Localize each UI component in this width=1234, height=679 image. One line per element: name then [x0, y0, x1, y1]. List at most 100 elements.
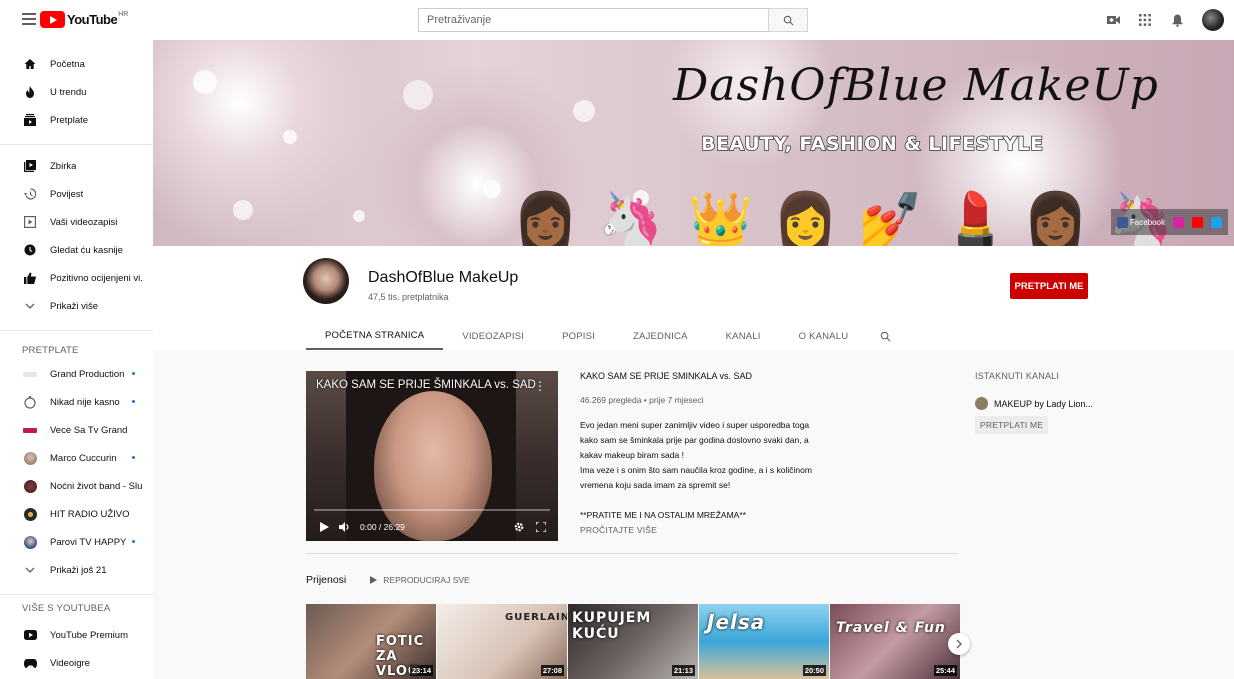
featured-channel-name: MAKEUP by Lady Lion... [994, 398, 1093, 409]
uploads-title[interactable]: Prijenosi [306, 574, 346, 586]
featured-video-player[interactable]: KAKO SAM SE PRIJE ŠMINKALA vs. SAD ⋮ 0:0… [306, 371, 558, 541]
progress-bar[interactable] [314, 509, 550, 511]
subscription-item[interactable]: Grand Production [0, 360, 153, 388]
sidebar-item-label: Početna [50, 58, 85, 70]
sidebar-item-history[interactable]: Povijest [0, 180, 153, 208]
instagram-icon[interactable] [1173, 216, 1184, 228]
channel-avatar [23, 451, 37, 465]
tab-channels[interactable]: KANALI [707, 322, 780, 350]
uploads-row: FOTIC ZA VLOG 23:14 GUERLAIN 27:08 KUPUJ… [306, 604, 960, 679]
subscription-item[interactable]: Vece Sa Tv Grand [0, 416, 153, 444]
sidebar-item-library[interactable]: Zbirka [0, 152, 153, 180]
sidebar-item-label: Gledat ću kasnije [50, 244, 123, 256]
sparkle [483, 180, 501, 198]
channel-search-button[interactable] [871, 322, 899, 350]
subscribe-button[interactable]: PRETPLATI ME [1010, 273, 1088, 299]
channel-avatar[interactable] [303, 258, 349, 304]
subscription-label: Nikad nije kasno [50, 396, 120, 408]
play-icon[interactable] [320, 522, 329, 532]
featured-channel-item[interactable]: MAKEUP by Lady Lion... [975, 397, 1175, 410]
sidebar-show-more-subscriptions[interactable]: Prikaži još 21 [0, 556, 153, 584]
video-thumbnail[interactable]: Jelsa 20:50 [699, 604, 829, 679]
woman-emoji-icon: 👩 [773, 190, 838, 246]
sidebar-item-youtube-premium[interactable]: YouTube Premium [0, 621, 153, 649]
uploads-shelf-header: Prijenosi REPRODUCIRAJ SVE [306, 574, 470, 586]
twitter-icon[interactable] [1211, 216, 1222, 228]
sidebar-show-more[interactable]: Prikaži više [0, 292, 153, 320]
video-camera-icon[interactable] [1106, 13, 1120, 27]
fullscreen-icon[interactable] [536, 522, 546, 532]
subscription-item[interactable]: Nikad nije kasno [0, 388, 153, 416]
play-all-label: REPRODUCIRAJ SVE [383, 575, 470, 585]
facebook-label: Facebook [1129, 217, 1165, 227]
sidebar-item-home[interactable]: Početna [0, 50, 153, 78]
youtube-logo[interactable]: YouTube HR [40, 11, 128, 28]
thumbnail-overlay-text: Jelsa [707, 610, 766, 634]
subscription-item[interactable]: Noćni život band - Slu... [0, 472, 153, 500]
subscription-item[interactable]: Parovi TV HAPPY [0, 528, 153, 556]
sidebar-item-liked-videos[interactable]: Pozitivno ocijenjeni vi... [0, 264, 153, 292]
gaming-icon [23, 656, 37, 670]
sidebar-item-your-videos[interactable]: Vaši videozapisi [0, 208, 153, 236]
featured-video-info: KAKO SAM SE PRIJE SMINKALA vs. SAD 46.26… [580, 371, 820, 535]
search-input[interactable] [418, 8, 768, 32]
sidebar-item-gaming[interactable]: Videoigre [0, 649, 153, 677]
bell-icon[interactable] [1170, 13, 1184, 27]
more-options-icon[interactable]: ⋮ [534, 379, 546, 393]
sidebar-item-label: Zbirka [50, 160, 77, 172]
nail-polish-emoji-icon: 💅 [858, 190, 923, 246]
carousel-next-button[interactable] [948, 633, 970, 655]
featured-video-title[interactable]: KAKO SAM SE PRIJE SMINKALA vs. SAD [580, 371, 820, 381]
sparkle [573, 100, 595, 122]
lipstick-emoji-icon: 💄 [943, 190, 1008, 246]
read-more-link[interactable]: PROČITAJTE VIŠE [580, 525, 820, 535]
tab-videos[interactable]: VIDEOZAPISI [443, 322, 543, 350]
top-bar: YouTube HR [0, 0, 1234, 40]
account-avatar[interactable] [1202, 9, 1224, 31]
search-icon [880, 331, 891, 341]
youtube-icon[interactable] [1192, 216, 1203, 228]
history-icon [23, 187, 37, 201]
flame-icon [23, 85, 37, 99]
tab-playlists[interactable]: POPISI [543, 322, 614, 350]
subscription-item[interactable]: HIT RADIO UŽIVO [0, 500, 153, 528]
play-all-button[interactable]: REPRODUCIRAJ SVE [370, 575, 470, 585]
sidebar-item-watch-later[interactable]: Gledat ću kasnije [0, 236, 153, 264]
more-from-youtube-heading: VIŠE S YOUTUBEA [22, 603, 111, 614]
settings-gear-icon[interactable] [514, 522, 524, 532]
volume-icon[interactable] [339, 522, 350, 532]
player-title[interactable]: KAKO SAM SE PRIJE ŠMINKALA vs. SAD [316, 379, 536, 391]
subscriptions-heading: PRETPLATE [22, 345, 79, 356]
divider [0, 144, 153, 145]
tab-about[interactable]: O KANALU [780, 322, 868, 350]
chevron-down-icon [23, 563, 37, 577]
chevron-down-icon [23, 299, 37, 313]
home-icon [23, 57, 37, 71]
sidebar-item-label: Pozitivno ocijenjeni vi... [50, 272, 142, 284]
channel-avatar [23, 479, 37, 493]
tab-community[interactable]: ZAJEDNICA [614, 322, 707, 350]
video-thumbnail[interactable]: Travel & Fun 25:44 [830, 604, 960, 679]
apps-grid-icon[interactable] [1138, 13, 1152, 27]
divider [0, 594, 153, 595]
channel-name: DashOfBlue MakeUp [368, 269, 519, 286]
search-button[interactable] [768, 8, 808, 32]
sidebar-item-trending[interactable]: U trendu [0, 78, 153, 106]
sidebar-item-subscriptions[interactable]: Pretplate [0, 106, 153, 134]
divider [306, 553, 958, 554]
channel-avatar [24, 395, 36, 409]
tab-home[interactable]: POČETNA STRANICA [306, 322, 444, 350]
sparkle [353, 210, 365, 222]
new-content-dot [132, 372, 135, 375]
sparkle [403, 80, 433, 110]
video-thumbnail[interactable]: FOTIC ZA VLOG 23:14 [306, 604, 436, 679]
subscription-item[interactable]: Marco Cuccurin [0, 444, 153, 472]
video-thumbnail[interactable]: GUERLAIN 27:08 [437, 604, 567, 679]
video-thumbnail[interactable]: KUPUJEM KUĆU 21:13 [568, 604, 698, 679]
menu-icon[interactable] [22, 13, 36, 25]
featured-video-meta: 46.269 pregleda • prije 7 mjeseci [580, 395, 704, 405]
thumbnail-overlay-text: KUPUJEM KUĆU [572, 610, 652, 642]
featured-channel-subscribe-button[interactable]: PRETPLATI ME [975, 416, 1049, 434]
facebook-link[interactable]: Facebook [1116, 216, 1165, 228]
video-duration: 25:44 [933, 665, 957, 676]
